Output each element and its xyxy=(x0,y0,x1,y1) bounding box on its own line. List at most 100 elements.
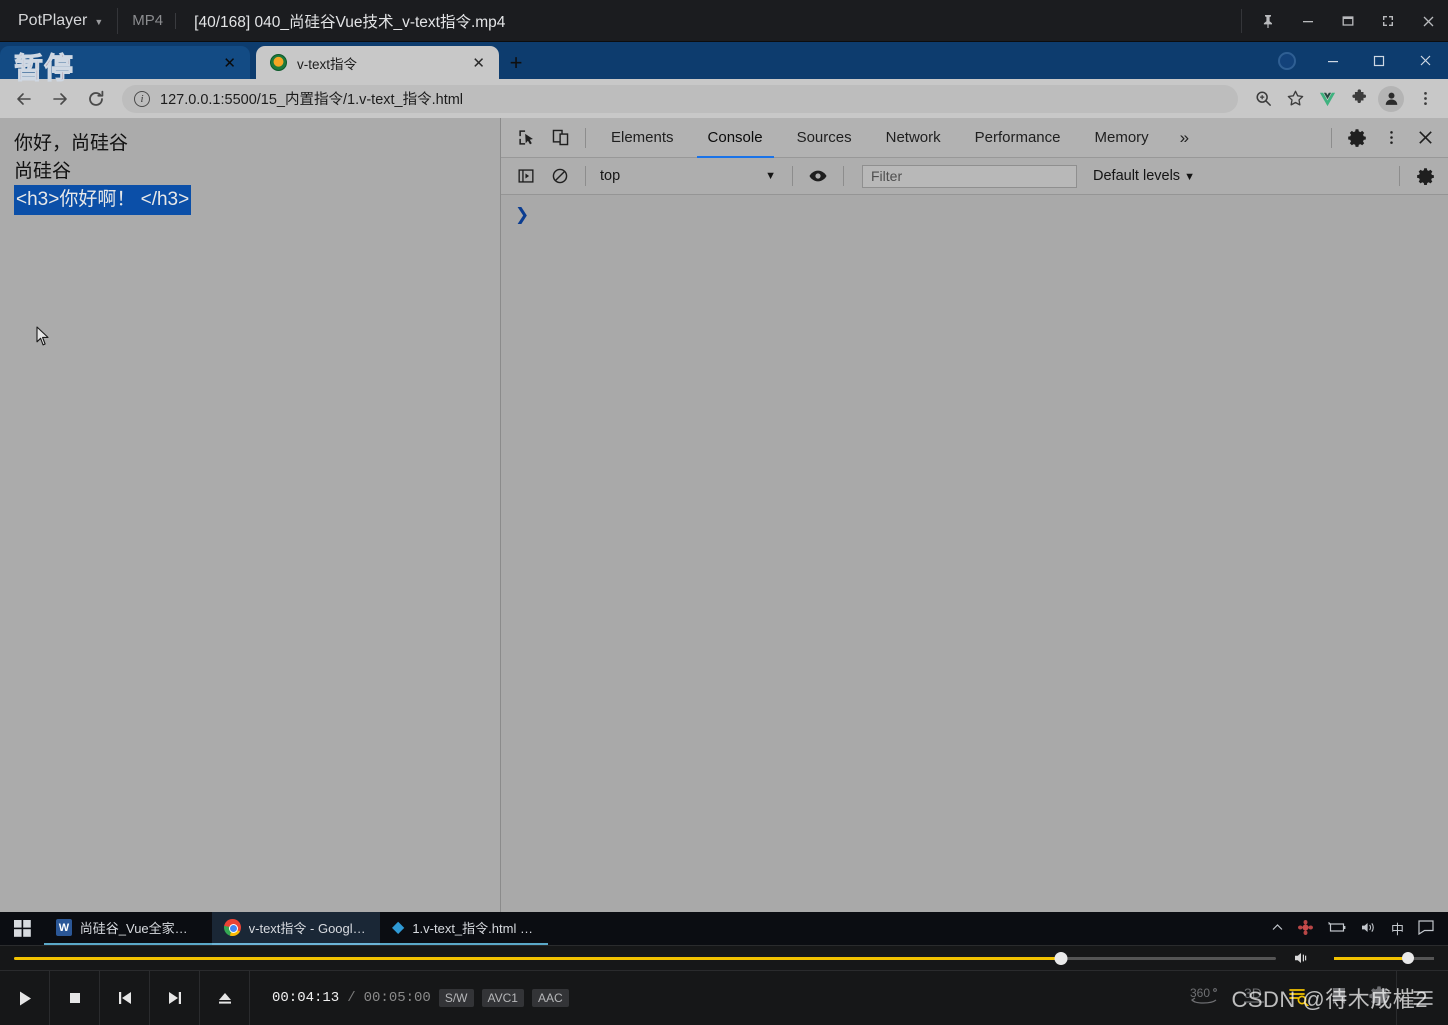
bookmark-icon[interactable] xyxy=(1330,986,1348,1011)
battery-icon[interactable] xyxy=(1327,921,1347,937)
current-time: 00:04:13 xyxy=(272,990,340,1006)
potplayer-titlebar: PotPlayer ▼ MP4 [40/168] 040_尚硅谷Vue技术_v-… xyxy=(0,0,1448,42)
media-format-label: MP4 xyxy=(132,12,164,29)
chrome-tab-strip: 项 ✕ v-text指令 ✕ + xyxy=(0,42,1448,79)
console-settings-icon[interactable] xyxy=(1408,159,1442,193)
taskbar-item-chrome[interactable]: v-text指令 - Google... xyxy=(212,912,380,945)
ime-zh-label[interactable]: 中 xyxy=(1391,919,1404,938)
tab-title: v-text指令 xyxy=(297,56,358,72)
divider xyxy=(585,127,586,148)
antivirus-icon[interactable] xyxy=(1297,919,1313,938)
more-options-icon[interactable] xyxy=(1374,121,1408,155)
close-icon[interactable] xyxy=(1402,42,1448,79)
back-arrow-icon[interactable] xyxy=(8,83,40,115)
tab-label: Console xyxy=(707,129,763,146)
close-icon[interactable]: ✕ xyxy=(468,54,489,72)
seek-slider[interactable] xyxy=(14,946,1276,970)
divider xyxy=(1241,9,1242,33)
console-context-selector[interactable]: top ▼ xyxy=(594,164,784,188)
devtools-tabbar: Elements Console Sources Network Perform… xyxy=(501,118,1448,158)
3D-icon[interactable]: 3D xyxy=(1242,985,1268,1012)
transport-controls: 00:04:13 / 00:05:00 S/W AVC1 AAC 360 3D xyxy=(0,970,1448,1025)
divider xyxy=(792,166,793,186)
new-tab-button[interactable]: + xyxy=(499,46,533,79)
360-icon[interactable]: 360 xyxy=(1188,985,1222,1012)
mute-icon[interactable] xyxy=(1294,951,1312,965)
settings-gear-icon[interactable] xyxy=(1340,121,1374,155)
taskbar-item-label: 尚硅谷_Vue全家桶.d... xyxy=(79,921,200,936)
volume-slider[interactable] xyxy=(1334,946,1434,970)
browser-tab-active[interactable]: v-text指令 ✕ xyxy=(256,46,499,79)
live-expression-eye-icon[interactable] xyxy=(801,159,835,193)
chevron-up-icon[interactable] xyxy=(1271,921,1284,937)
speaker-icon[interactable] xyxy=(1361,921,1377,937)
profile-avatar-icon[interactable] xyxy=(1378,85,1404,112)
volume-handle[interactable] xyxy=(1402,952,1414,964)
maximize-icon[interactable] xyxy=(1356,42,1402,79)
vscode-icon: ◆ xyxy=(392,918,405,936)
device-toolbar-icon[interactable] xyxy=(543,121,577,155)
divider xyxy=(843,166,844,186)
osd-pause-status: 暂停 xyxy=(13,51,75,86)
site-info-icon[interactable]: i xyxy=(134,90,150,107)
log-levels-value: Default levels xyxy=(1093,168,1181,184)
tab-network[interactable]: Network xyxy=(869,118,958,158)
clear-console-icon[interactable] xyxy=(543,159,577,193)
console-log-levels-selector[interactable]: Default levels ▼ xyxy=(1093,168,1195,184)
close-icon[interactable]: ✕ xyxy=(219,54,240,72)
console-filter-placeholder: Filter xyxy=(871,168,903,184)
media-filename: [40/168] 040_尚硅谷Vue技术_v-text指令.mp4 xyxy=(194,13,506,31)
selected-text: <h3>你好啊！ </h3> xyxy=(14,185,192,216)
time-display: 00:04:13 / 00:05:00 S/W AVC1 AAC xyxy=(250,989,569,1007)
tab-performance[interactable]: Performance xyxy=(958,118,1078,158)
console-output-area[interactable]: ❯ xyxy=(501,195,1448,912)
minimize-icon[interactable] xyxy=(1288,0,1328,42)
minimize-icon[interactable] xyxy=(1310,42,1356,79)
eject-icon[interactable] xyxy=(200,970,250,1025)
chrome-browser-window: 项 ✕ v-text指令 ✕ + i 127.0.0.1:5500/15_内置指… xyxy=(0,42,1448,912)
video-codec-badge: AVC1 xyxy=(481,989,524,1007)
next-icon[interactable] xyxy=(150,970,200,1025)
console-prompt-icon: ❯ xyxy=(515,205,530,224)
tab-memory[interactable]: Memory xyxy=(1078,118,1166,158)
vue-devtools-icon[interactable] xyxy=(1312,84,1342,114)
forward-arrow-icon[interactable] xyxy=(44,83,76,115)
tab-console[interactable]: Console xyxy=(691,118,780,158)
tab-sources[interactable]: Sources xyxy=(780,118,869,158)
chrome-menu-icon[interactable] xyxy=(1410,84,1440,114)
inspect-element-icon[interactable] xyxy=(509,121,543,155)
taskbar-item-vscode[interactable]: ◆ 1.v-text_指令.html - ... xyxy=(380,912,548,945)
bookmark-star-icon[interactable] xyxy=(1280,84,1310,114)
pin-icon[interactable] xyxy=(1248,0,1288,42)
extensions-puzzle-icon[interactable] xyxy=(1344,84,1374,114)
settings-gear-icon[interactable] xyxy=(1368,985,1390,1012)
zoom-icon[interactable] xyxy=(1248,84,1278,114)
console-sidebar-icon[interactable] xyxy=(509,159,543,193)
console-filter-input[interactable]: Filter xyxy=(862,164,1077,188)
page-text-line-2: 尚硅谷 xyxy=(14,160,72,182)
fullscreen-icon[interactable] xyxy=(1368,0,1408,42)
maximize-icon[interactable] xyxy=(1328,0,1368,42)
address-bar[interactable]: i 127.0.0.1:5500/15_内置指令/1.v-text_指令.htm… xyxy=(122,84,1238,113)
extension-indicator-icon[interactable] xyxy=(1264,42,1310,79)
seek-progress-fill xyxy=(14,956,1062,960)
tab-label: Performance xyxy=(974,129,1061,146)
close-icon[interactable] xyxy=(1408,0,1448,42)
more-tabs-icon[interactable]: » xyxy=(1166,128,1203,148)
potplayer-app-menu[interactable]: PotPlayer ▼ xyxy=(0,0,117,42)
close-icon[interactable] xyxy=(1408,121,1442,155)
stop-icon[interactable] xyxy=(50,970,100,1025)
previous-icon[interactable] xyxy=(100,970,150,1025)
chevron-down-icon: ▼ xyxy=(94,16,104,27)
taskbar-item-word[interactable]: W 尚硅谷_Vue全家桶.d... xyxy=(44,912,212,945)
playlist-search-icon[interactable] xyxy=(1288,986,1310,1011)
action-center-icon[interactable] xyxy=(1418,919,1434,938)
hamburger-menu-icon[interactable] xyxy=(1396,970,1448,1025)
chevron-down-icon: ▼ xyxy=(765,170,776,182)
tab-elements[interactable]: Elements xyxy=(594,118,691,158)
reload-icon[interactable] xyxy=(80,83,112,115)
decoder-badge: S/W xyxy=(438,989,474,1007)
windows-start-icon[interactable] xyxy=(0,912,44,945)
seek-handle[interactable] xyxy=(1054,951,1068,965)
play-icon[interactable] xyxy=(0,970,50,1025)
